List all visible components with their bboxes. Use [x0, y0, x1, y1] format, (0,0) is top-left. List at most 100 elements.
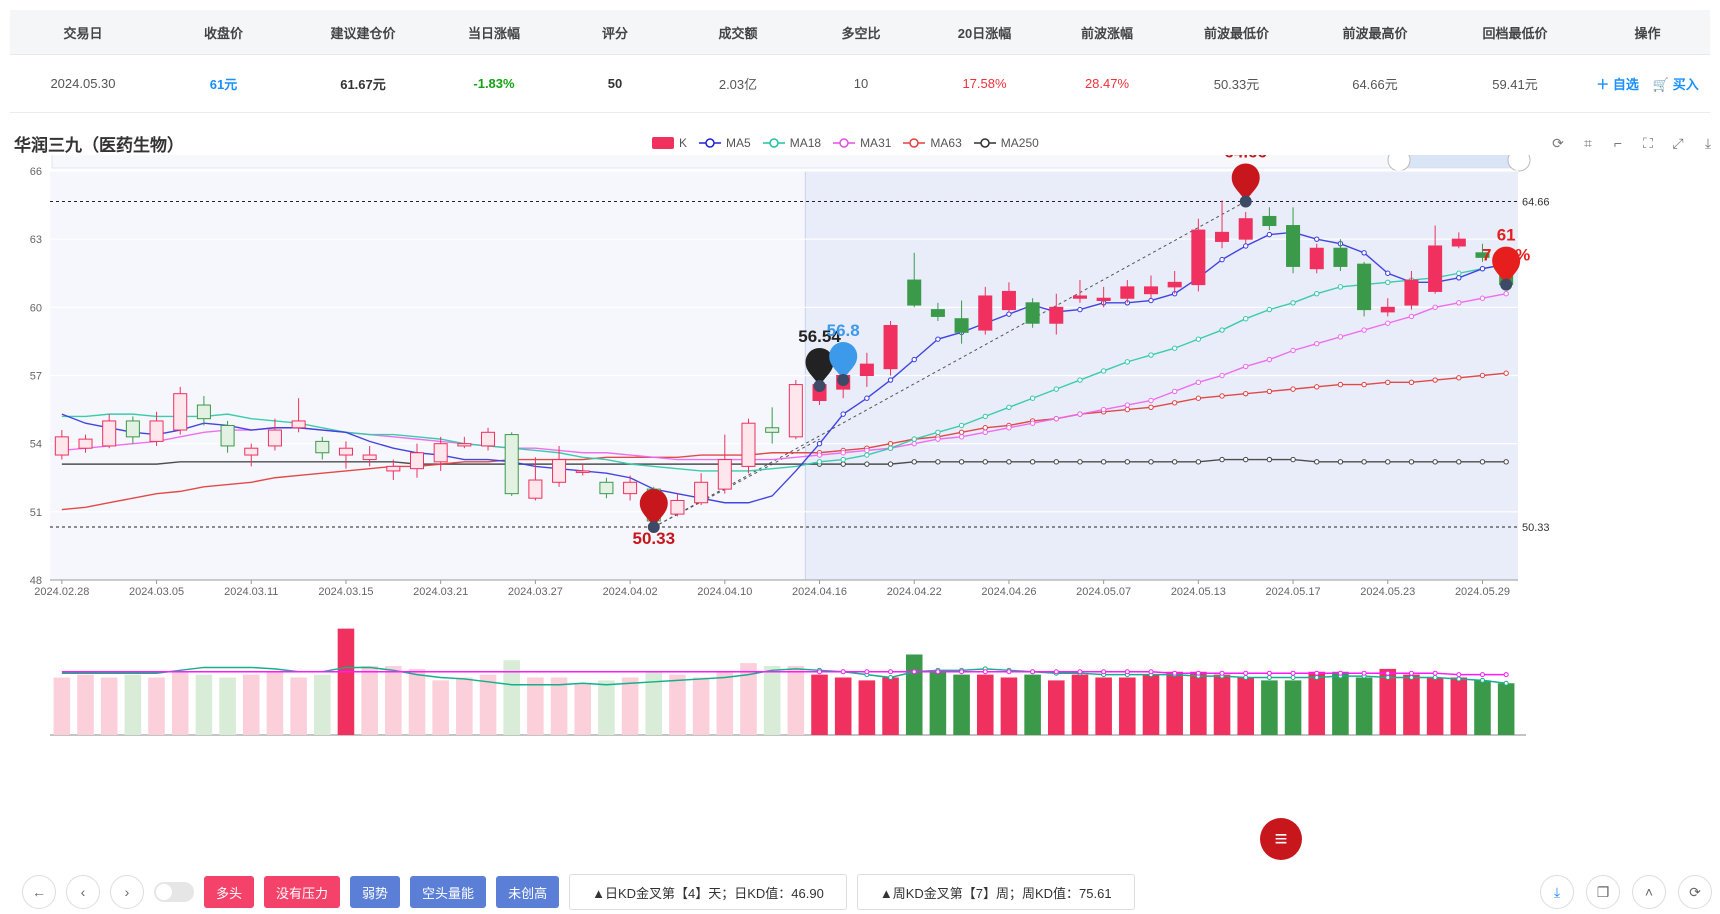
- y-tick-label: 54: [30, 439, 42, 451]
- legend-ma250-label: MA250: [1000, 136, 1039, 150]
- legend-ma5[interactable]: MA5: [699, 136, 751, 150]
- buy-button[interactable]: 🛒 买入: [1653, 74, 1699, 93]
- volume-ma-point: [1432, 670, 1438, 676]
- cell-ratio: 10: [853, 76, 869, 91]
- back-button[interactable]: ←: [22, 875, 56, 909]
- tag-weak[interactable]: 弱势: [350, 876, 401, 908]
- volume-ma-point: [1030, 669, 1036, 675]
- x-tick-label: 2024.02.28: [34, 586, 89, 598]
- volume-ma-point: [1195, 670, 1201, 676]
- volume-bar: [1048, 680, 1065, 735]
- ma18-point: [1006, 404, 1012, 411]
- legend-ma63[interactable]: MA63: [903, 136, 962, 150]
- volume-bar: [242, 674, 260, 735]
- volume-bar: [1024, 674, 1041, 735]
- crop-icon[interactable]: ⌗: [1580, 135, 1596, 151]
- volume-ma-point: [1077, 669, 1083, 675]
- volume-bar: [1142, 674, 1160, 735]
- ma18-point: [935, 429, 941, 436]
- legend-ma250[interactable]: MA250: [973, 136, 1039, 150]
- reload-button[interactable]: ⟳: [1678, 875, 1712, 909]
- ma31-point: [1195, 379, 1202, 386]
- tag-bull[interactable]: 多头: [204, 876, 255, 908]
- header-date: 交易日: [63, 25, 103, 41]
- candle-body: [1333, 247, 1348, 267]
- legend-ma31[interactable]: MA31: [833, 136, 891, 150]
- x-tick-label: 2024.03.21: [413, 586, 468, 598]
- volume-bar: [1474, 680, 1491, 735]
- volume-ma-point: [1432, 675, 1438, 680]
- volume-bar: [1308, 671, 1326, 735]
- ma250-point: [935, 459, 941, 465]
- cell-score: 50: [607, 76, 623, 91]
- candle-body: [670, 499, 685, 515]
- candle: [741, 418, 756, 474]
- ma31-point: [1456, 300, 1462, 306]
- volume-ma-point: [1456, 676, 1462, 682]
- header-wave-high: 前波最高价: [1342, 25, 1408, 41]
- legend-ma18[interactable]: MA18: [762, 136, 821, 150]
- refresh-icon[interactable]: ⟳: [1550, 135, 1566, 151]
- download-button[interactable]: ⤓: [1540, 875, 1574, 909]
- candle-body: [1238, 218, 1253, 240]
- candle: [1309, 243, 1324, 274]
- candle-body: [575, 470, 590, 473]
- menu-fab-button[interactable]: ≡: [1260, 818, 1302, 860]
- cell-turnover: 2.03亿: [718, 77, 758, 92]
- chart-legend: K MA5 MA18 MA31 MA63 MA250: [652, 136, 1039, 150]
- volume-bar: [171, 671, 189, 735]
- volume-bar: [1497, 683, 1515, 735]
- zoom-icon[interactable]: ⤢: [1670, 135, 1686, 151]
- legend-ma5-label: MA5: [726, 136, 751, 150]
- next-button[interactable]: ›: [110, 875, 144, 909]
- volume-bar: [953, 674, 970, 735]
- crop-reset-icon[interactable]: ⌐: [1610, 135, 1626, 151]
- legend-k[interactable]: K: [652, 136, 687, 150]
- ma63-point: [1290, 386, 1296, 392]
- ma63-point: [1195, 395, 1202, 401]
- volume-ma-point: [1124, 669, 1130, 675]
- ma31-point: [1006, 425, 1012, 431]
- table-row: 2024.05.30 61元 61.67元 -1.83% 50 2.03亿 10…: [10, 55, 1710, 113]
- prev-button[interactable]: ‹: [66, 875, 100, 909]
- x-tick-label: 2024.03.15: [318, 586, 373, 598]
- candle: [883, 320, 898, 376]
- copy-button[interactable]: ❐: [1586, 875, 1620, 909]
- ma31-point: [982, 429, 988, 436]
- header-score: 评分: [601, 25, 628, 41]
- ma250-point: [1408, 459, 1415, 465]
- ma5-point: [1148, 297, 1154, 304]
- ma31-point: [1337, 334, 1344, 340]
- marker-label: 61: [1497, 226, 1516, 245]
- kline-chart[interactable]: 485154576063662024.02.28 2024.03.05 2024.0…: [0, 155, 1720, 820]
- ma31-point: [840, 450, 846, 456]
- volume-ma-point: [1385, 670, 1391, 676]
- mode-toggle[interactable]: [154, 882, 194, 902]
- candle-body: [930, 309, 945, 317]
- candle-body: [125, 420, 140, 438]
- header-suggest: 建议建仓价: [330, 25, 396, 41]
- fullscreen-icon[interactable]: ⛶: [1640, 135, 1656, 151]
- tag-no-pressure[interactable]: 没有压力: [264, 876, 341, 908]
- download-icon[interactable]: ⤓: [1700, 135, 1716, 151]
- cell-day-change: -1.83%: [473, 76, 515, 91]
- ma250-point: [1124, 459, 1131, 465]
- tag-bear-volume[interactable]: 空头量能: [410, 876, 487, 908]
- ma250-point: [958, 459, 965, 465]
- add-watchlist-button[interactable]: ＋ 自选: [1596, 74, 1639, 93]
- ma63-point: [1337, 381, 1344, 388]
- volume-bar: [858, 680, 876, 735]
- candle-body: [1072, 295, 1087, 299]
- ma31-point: [1077, 411, 1083, 417]
- volume-bar: [456, 677, 473, 735]
- ma250-point: [1385, 459, 1391, 465]
- bottom-bar: ← ‹ › 多头 没有压力 弱势 空头量能 未创高 ▲日KD金叉第【4】天；日K…: [22, 874, 1135, 910]
- ma18-point: [958, 422, 965, 429]
- cell-wave-change: 28.47%: [1084, 76, 1130, 91]
- ma31-point: [1361, 327, 1367, 333]
- chevron-up-icon: ˄: [1644, 884, 1654, 900]
- tag-no-new-high[interactable]: 未创高: [496, 876, 560, 908]
- scroll-top-button[interactable]: ˄: [1632, 875, 1666, 909]
- volume-bar: [1450, 677, 1468, 735]
- candle: [1191, 218, 1206, 292]
